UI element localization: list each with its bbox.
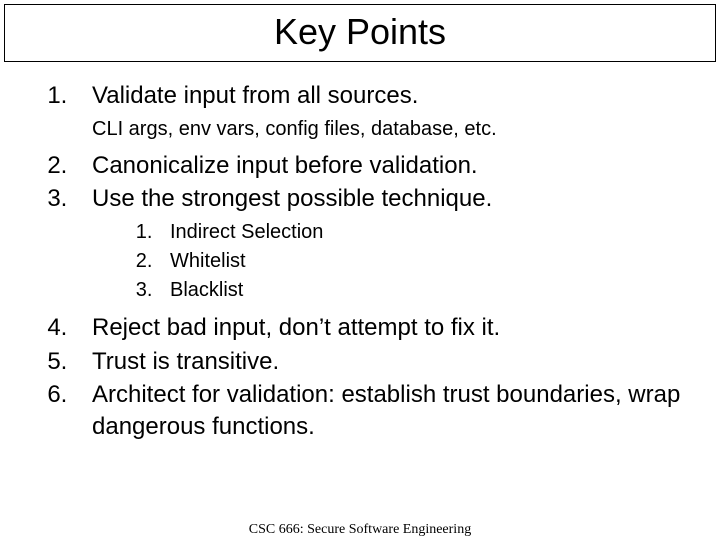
point-3-sub-1: Indirect Selection: [158, 219, 692, 246]
slide-title: Key Points: [5, 11, 715, 53]
main-list-cont-b: Reject bad input, don’t attempt to fix i…: [28, 312, 692, 443]
main-list-cont-a: Canonicalize input before validation. Us…: [28, 150, 692, 215]
point-1: Validate input from all sources.: [74, 80, 692, 112]
point-5: Trust is transitive.: [74, 346, 692, 378]
point-3-sub-3: Blacklist: [158, 277, 692, 304]
point-3: Use the strongest possible technique.: [74, 183, 692, 215]
slide-content: Validate input from all sources. CLI arg…: [0, 62, 720, 443]
point-3-sub-2: Whitelist: [158, 248, 692, 275]
point-1-desc: CLI args, env vars, config files, databa…: [92, 116, 692, 142]
main-list: Validate input from all sources.: [28, 80, 692, 112]
title-box: Key Points: [4, 4, 716, 62]
point-2: Canonicalize input before validation.: [74, 150, 692, 182]
point-3-sublist: Indirect Selection Whitelist Blacklist: [132, 219, 692, 304]
point-4: Reject bad input, don’t attempt to fix i…: [74, 312, 692, 344]
slide-footer: CSC 666: Secure Software Engineering: [0, 522, 720, 538]
point-6: Architect for validation: establish trus…: [74, 379, 692, 442]
